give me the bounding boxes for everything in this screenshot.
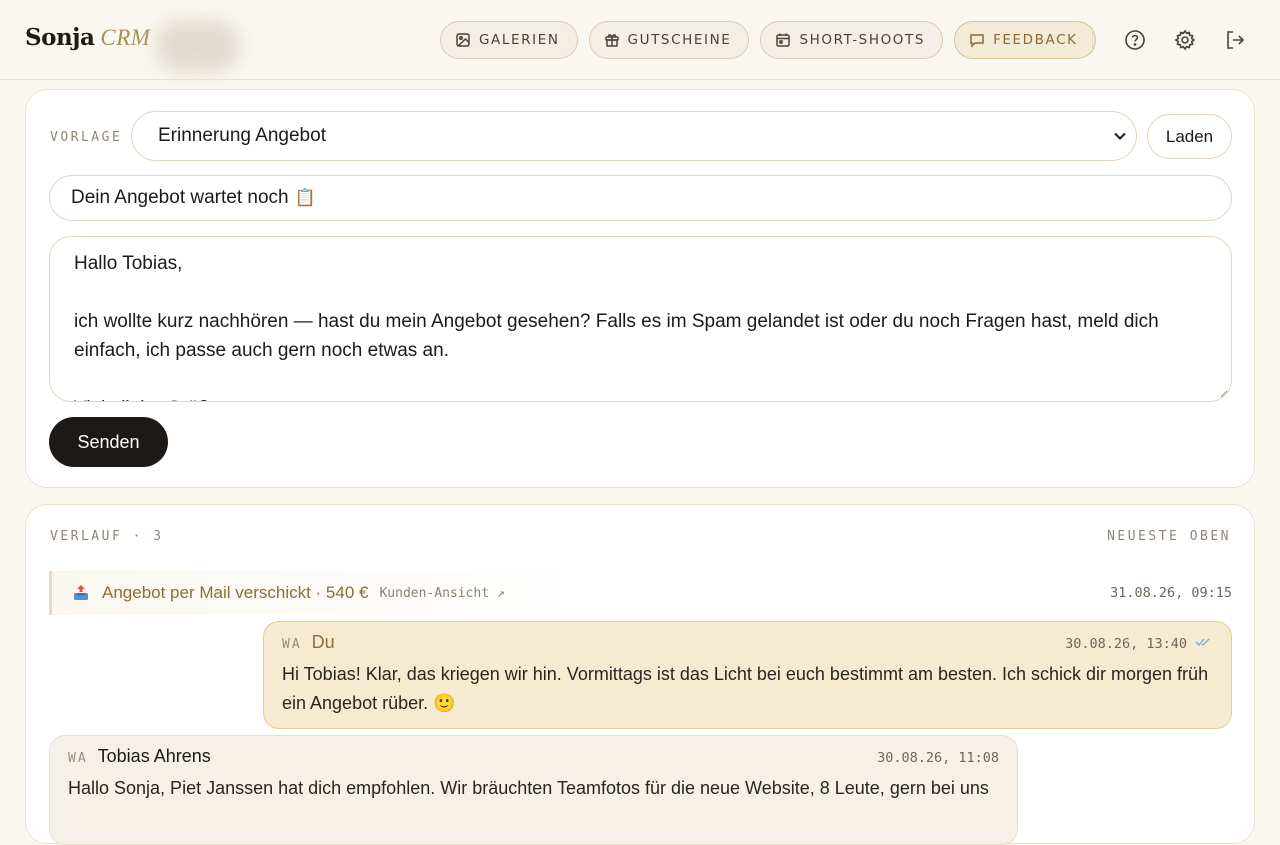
body-line: Hallo Tobias,: [74, 253, 183, 274]
brand-suffix: CRM: [100, 25, 151, 50]
customer-view-link[interactable]: Kunden-Ansicht ↗: [379, 586, 504, 601]
help-button[interactable]: [1122, 27, 1148, 53]
message-text: Hi Tobias! Klar, das kriegen wir hin. Vo…: [282, 664, 1209, 713]
body-line: Viele liebe Grüße: [74, 394, 1207, 401]
nav-galerien-button[interactable]: GALERIEN: [440, 21, 578, 59]
nav-short-shoots-button[interactable]: SHORT-SHOOTS: [760, 21, 944, 59]
load-template-button[interactable]: Laden: [1147, 114, 1232, 159]
message-timestamp: 30.08.26, 13:40: [1065, 636, 1187, 652]
message-composer: VORLAGE Erinnerung Angebot Laden Dein An…: [25, 89, 1255, 488]
history-event-row: Angebot per Mail verschickt · 540 € Kund…: [49, 571, 1232, 615]
subject-input[interactable]: Dein Angebot wartet noch 📋: [49, 175, 1232, 221]
body-line: [74, 278, 1207, 307]
clipboard-emoji: 📋: [294, 188, 316, 207]
message-body-textarea[interactable]: Hallo Tobias, ich wollte kurz nachhören …: [49, 236, 1232, 402]
body-line: [74, 365, 1207, 394]
brand-name: Sonja: [25, 24, 95, 51]
logout-button[interactable]: [1222, 27, 1248, 53]
settings-button[interactable]: [1172, 27, 1198, 53]
nav-gutscheine-label: GUTSCHEINE: [627, 32, 732, 48]
template-label: VORLAGE: [50, 130, 123, 145]
nav-feedback-button[interactable]: FEEDBACK: [954, 21, 1096, 59]
event-timestamp: 31.08.26, 09:15: [1110, 585, 1232, 601]
history-panel: VERLAUF · 3 NEUESTE OBEN Angebot per Mai…: [25, 504, 1255, 845]
nav-feedback-label: FEEDBACK: [993, 32, 1078, 48]
main-nav: GALERIEN GUTSCHEINE SHORT-SHOOTS FEEDBAC…: [440, 21, 1096, 59]
template-select-value: Erinnerung Angebot: [158, 125, 326, 146]
top-bar: Sonja CRM GALERIEN GUTSCHEINE SHORT-SHOO…: [0, 0, 1280, 80]
resize-handle-icon[interactable]: [1218, 388, 1228, 398]
message-author: Du: [311, 632, 335, 652]
double-check-icon: [1195, 638, 1210, 647]
gift-icon: [604, 34, 619, 47]
message-icon: [970, 34, 984, 48]
logout-icon: [1227, 31, 1245, 49]
outbox-icon: [74, 585, 88, 600]
nav-short-shoots-label: SHORT-SHOOTS: [799, 32, 926, 48]
chevron-down-icon: [1114, 132, 1126, 140]
message-bubble-outgoing: WA Du 30.08.26, 13:40 Hi Tobias! Klar, d…: [263, 621, 1232, 729]
settings-icon: [1174, 29, 1196, 51]
nav-divider: [1092, 28, 1093, 52]
history-sort-toggle[interactable]: NEUESTE OBEN: [1107, 529, 1231, 544]
message-timestamp: 30.08.26, 11:08: [877, 750, 999, 766]
calendar-icon: [776, 33, 791, 47]
brand-logo[interactable]: Sonja CRM: [25, 24, 150, 56]
blurred-user-info: [155, 20, 240, 72]
template-select[interactable]: Erinnerung Angebot: [131, 111, 1137, 161]
message-source: WA: [68, 751, 88, 766]
subject-value: Dein Angebot wartet noch: [71, 187, 289, 208]
message-bubble-incoming: WA Tobias Ahrens 30.08.26, 11:08 Hallo S…: [49, 735, 1018, 845]
message-author: Tobias Ahrens: [97, 746, 211, 766]
body-line: ich wollte kurz nachhören — hast du mein…: [74, 311, 1164, 361]
help-icon: [1125, 30, 1145, 50]
history-label: VERLAUF · 3: [50, 529, 164, 544]
image-icon: [456, 33, 470, 47]
nav-gutscheine-button[interactable]: GUTSCHEINE: [588, 21, 750, 59]
nav-galerien-label: GALERIEN: [479, 32, 560, 48]
event-title: Angebot per Mail verschickt · 540 €: [102, 583, 369, 602]
message-source: WA: [282, 637, 302, 652]
send-button[interactable]: Senden: [49, 417, 168, 467]
message-text: Hallo Sonja, Piet Janssen hat dich empfo…: [68, 778, 989, 798]
